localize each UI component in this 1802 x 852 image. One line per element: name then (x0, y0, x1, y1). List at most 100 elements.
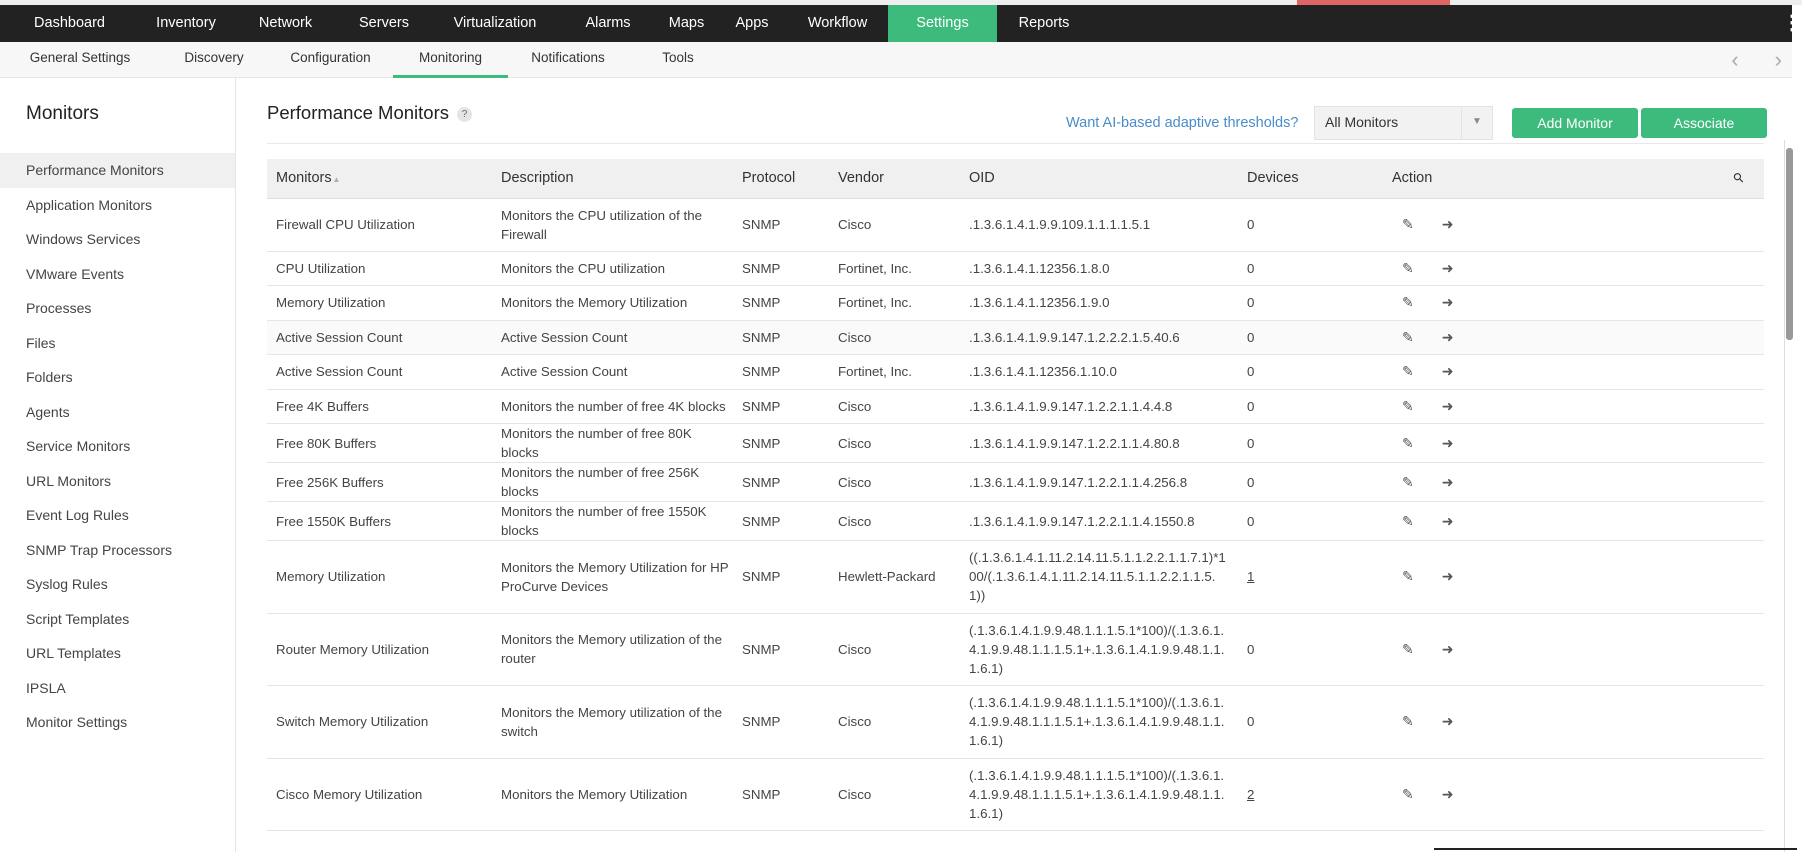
associate-arrow-icon[interactable]: ➜ (1442, 259, 1454, 278)
nav-settings[interactable]: Settings (888, 5, 997, 42)
sidebar-item-event-log-rules[interactable]: Event Log Rules (0, 498, 235, 533)
edit-icon[interactable]: ✎ (1402, 362, 1414, 381)
table-row: Free 80K Buffers Monitors the number of f… (267, 423, 1764, 463)
cell-text: ((.1.3.6.1.4.1.11.2.14.11.5.1.1.2.2.1.1.… (969, 550, 1226, 604)
cell-text: 0 (1247, 435, 1255, 451)
sidebar-item-service-monitors[interactable]: Service Monitors (0, 429, 235, 464)
cell-text: Monitors the number of free 4K blocks (501, 398, 726, 414)
cell-protocol: SNMP (733, 462, 829, 502)
cell-description: Monitors the number of free 4K blocks (492, 389, 733, 424)
more-menu-icon[interactable]: ⋮ (1782, 5, 1802, 42)
cell-text: Monitors the CPU utilization of the Fire… (501, 207, 703, 242)
associate-arrow-icon[interactable]: ➜ (1442, 397, 1454, 416)
col-header-monitors[interactable]: Monitors ▴ (267, 159, 492, 199)
subtab-discovery[interactable]: Discovery (160, 42, 268, 78)
chevron-right-icon[interactable]: › (1775, 42, 1782, 78)
chevron-left-icon[interactable]: ‹ (1731, 42, 1738, 78)
nav-reports[interactable]: Reports (997, 5, 1091, 42)
cell-monitors: Free 256K Buffers (267, 462, 492, 502)
sidebar-item-performance-monitors[interactable]: Performance Monitors (0, 153, 235, 188)
sidebar-item-syslog-rules[interactable]: Syslog Rules (0, 567, 235, 602)
cell-text[interactable]: 1 (1247, 569, 1254, 584)
sidebar-item-url-templates[interactable]: URL Templates (0, 636, 235, 671)
sort-icon[interactable]: ▴ (332, 174, 339, 184)
associate-arrow-icon[interactable]: ➜ (1442, 567, 1454, 586)
subtab-general-settings[interactable]: General Settings (0, 42, 160, 78)
cell-action: ✎ ➜ (1383, 423, 1764, 463)
associate-arrow-icon[interactable]: ➜ (1442, 712, 1454, 731)
sidebar-item-application-monitors[interactable]: Application Monitors (0, 188, 235, 223)
edit-icon[interactable]: ✎ (1402, 215, 1414, 234)
sidebar-item-folders[interactable]: Folders (0, 360, 235, 395)
edit-icon[interactable]: ✎ (1402, 434, 1414, 453)
sidebar-item-vmware-events[interactable]: VMware Events (0, 257, 235, 292)
edit-icon[interactable]: ✎ (1402, 397, 1414, 416)
sidebar-item-agents[interactable]: Agents (0, 395, 235, 430)
dropdown-arrow-icon: ▼ (1461, 107, 1492, 139)
sidebar-item-windows-services[interactable]: Windows Services (0, 222, 235, 257)
associate-arrow-icon[interactable]: ➜ (1442, 473, 1454, 492)
table-row: Memory Utilization Monitors the Memory Ut… (267, 285, 1764, 321)
associate-arrow-icon[interactable]: ➜ (1442, 293, 1454, 312)
nav-inventory[interactable]: Inventory (139, 5, 233, 42)
nav-dashboard[interactable]: Dashboard (0, 5, 139, 42)
sidebar-item-files[interactable]: Files (0, 326, 235, 361)
edit-icon[interactable]: ✎ (1402, 640, 1414, 659)
associate-arrow-icon[interactable]: ➜ (1442, 362, 1454, 381)
help-icon[interactable]: ? (456, 106, 472, 122)
edit-icon[interactable]: ✎ (1402, 785, 1414, 804)
associate-arrow-icon[interactable]: ➜ (1442, 215, 1454, 234)
cell-text: 0 (1247, 714, 1255, 730)
nav-servers[interactable]: Servers (338, 5, 430, 42)
associate-button[interactable]: Associate (1641, 108, 1767, 138)
cell-text: SNMP (742, 217, 781, 232)
nav-maps[interactable]: Maps (656, 5, 717, 42)
sidebar-item-processes[interactable]: Processes (0, 291, 235, 326)
sidebar-item-script-templates[interactable]: Script Templates (0, 602, 235, 637)
scrollbar-thumb[interactable] (1786, 148, 1793, 340)
monitor-filter-select[interactable]: All Monitors ▼ (1314, 106, 1493, 140)
filter-value: All Monitors (1325, 114, 1399, 130)
nav-virtualization[interactable]: Virtualization (430, 5, 560, 42)
edit-icon[interactable]: ✎ (1402, 473, 1414, 492)
cell-devices: 0 (1238, 354, 1383, 390)
associate-arrow-icon[interactable]: ➜ (1442, 640, 1454, 659)
edit-icon[interactable]: ✎ (1402, 328, 1414, 347)
edit-icon[interactable]: ✎ (1402, 567, 1414, 586)
sidebar-item-url-monitors[interactable]: URL Monitors (0, 464, 235, 499)
cell-devices: 0 (1238, 198, 1383, 252)
edit-icon[interactable]: ✎ (1402, 512, 1414, 531)
nav-alarms[interactable]: Alarms (560, 5, 656, 42)
cell-text[interactable]: 2 (1247, 787, 1254, 802)
ai-thresholds-link[interactable]: Want AI-based adaptive thresholds? (1066, 115, 1298, 131)
nav-apps[interactable]: Apps (717, 5, 787, 42)
associate-arrow-icon[interactable]: ➜ (1442, 785, 1454, 804)
divider (267, 143, 1764, 144)
cell-text: Active Session Count (501, 329, 628, 345)
cell-text: .1.3.6.1.4.1.9.9.147.1.2.2.1.1.4.1550.8 (969, 513, 1195, 529)
edit-icon[interactable]: ✎ (1402, 712, 1414, 731)
subtab-notifications[interactable]: Notifications (508, 42, 628, 78)
nav-workflow[interactable]: Workflow (787, 5, 888, 42)
edit-icon[interactable]: ✎ (1402, 293, 1414, 312)
col-header-vendor: Vendor (829, 159, 960, 199)
associate-arrow-icon[interactable]: ➜ (1442, 328, 1454, 347)
cell-text: Memory Utilization (276, 569, 386, 585)
cell-protocol: SNMP (733, 285, 829, 321)
add-monitor-button[interactable]: Add Monitor (1512, 108, 1638, 138)
cell-vendor: Fortinet, Inc. (829, 251, 960, 286)
cell-monitors: Free 4K Buffers (267, 389, 492, 424)
subtab-tools[interactable]: Tools (628, 42, 728, 78)
subtab-configuration[interactable]: Configuration (268, 42, 393, 78)
associate-arrow-icon[interactable]: ➜ (1442, 434, 1454, 453)
nav-network[interactable]: Network (233, 5, 338, 42)
subtab-monitoring[interactable]: Monitoring (393, 42, 508, 78)
sidebar-item-ipsla[interactable]: IPSLA (0, 671, 235, 706)
edit-icon[interactable]: ✎ (1402, 259, 1414, 278)
associate-arrow-icon[interactable]: ➜ (1442, 512, 1454, 531)
sidebar-item-monitor-settings[interactable]: Monitor Settings (0, 705, 235, 740)
header-label: Vendor (838, 170, 884, 187)
cell-description: Monitors the number of free 80K blocks (492, 423, 733, 463)
sidebar-item-snmp-trap-processors[interactable]: SNMP Trap Processors (0, 533, 235, 568)
search-icon[interactable]: ⚲ (1730, 169, 1748, 187)
